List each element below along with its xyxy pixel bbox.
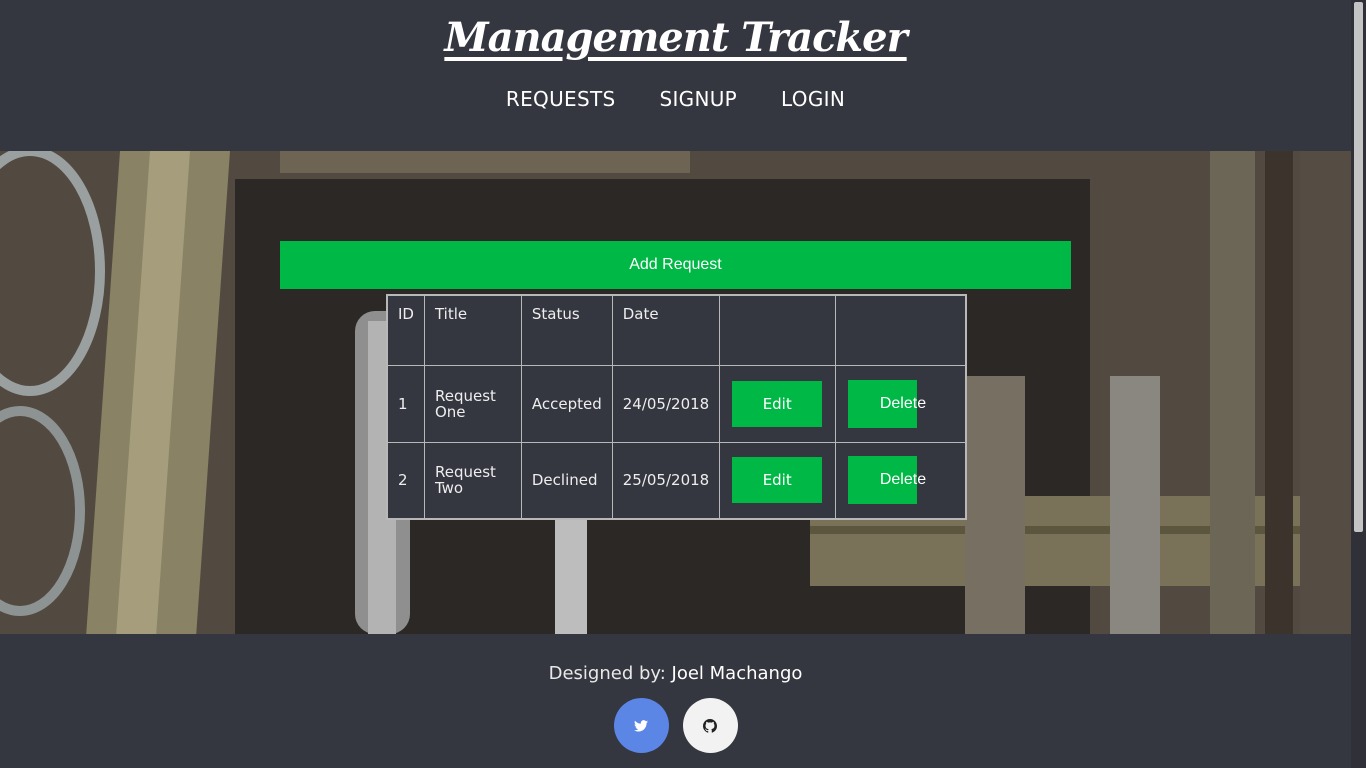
edit-button[interactable]: Edit: [732, 380, 823, 427]
nav-login[interactable]: LOGIN: [781, 87, 845, 111]
github-button[interactable]: [682, 698, 738, 753]
column-header-date: Date: [611, 294, 721, 366]
cell-delete: Delete: [834, 441, 967, 520]
cell-edit: Edit: [719, 364, 836, 443]
edit-button[interactable]: Edit: [732, 457, 823, 504]
cell-id: 1: [386, 364, 425, 443]
cell-delete: Delete: [834, 364, 967, 443]
twitter-icon: [634, 719, 648, 732]
credit-prefix: Designed by:: [548, 663, 666, 684]
cell-date: 24/05/2018: [611, 364, 721, 443]
scrollbar-thumb[interactable]: [1354, 2, 1363, 532]
site-header: Management Tracker REQUESTS SIGNUP LOGIN: [0, 0, 1351, 151]
delete-button[interactable]: Delete: [847, 456, 926, 505]
cell-edit: Edit: [719, 441, 836, 520]
cell-status: Accepted: [520, 364, 613, 443]
page: Management Tracker REQUESTS SIGNUP LOGIN: [0, 0, 1351, 768]
cell-title-line2: Two: [434, 479, 464, 498]
table-row: 2 Request Two Declined 25/05/2018 Edit D…: [386, 441, 967, 520]
nav-requests[interactable]: REQUESTS: [506, 87, 616, 111]
cell-title-line1: Request: [434, 386, 496, 405]
vertical-scrollbar[interactable]: [1351, 0, 1366, 768]
hero-background: Add Request ID Title Status Date 1 Reque…: [0, 151, 1351, 634]
cell-id: 2: [386, 441, 425, 520]
table-header-row: ID Title Status Date: [386, 294, 967, 366]
requests-table: ID Title Status Date 1 Request One Accep…: [386, 294, 967, 520]
cell-title: Request One: [423, 364, 522, 443]
twitter-button[interactable]: [613, 698, 669, 753]
author-name: Joel Machango: [671, 663, 803, 684]
column-header-status: Status: [520, 294, 613, 366]
github-icon: [703, 718, 717, 733]
cell-title-line1: Request: [434, 463, 496, 482]
table-row: 1 Request One Accepted 24/05/2018 Edit D…: [386, 364, 967, 443]
cell-date: 25/05/2018: [611, 441, 721, 520]
add-request-button[interactable]: Add Request: [280, 241, 1071, 289]
cell-status: Declined: [520, 441, 613, 520]
column-header-delete: [834, 294, 967, 366]
column-header-id: ID: [386, 294, 425, 366]
delete-button[interactable]: Delete: [847, 379, 926, 428]
brand-logo-link[interactable]: Management Tracker: [444, 14, 907, 61]
social-links: [0, 698, 1351, 753]
cell-title: Request Two: [423, 441, 522, 520]
column-header-title: Title: [423, 294, 522, 366]
cell-title-line2: One: [434, 402, 466, 421]
nav-signup[interactable]: SIGNUP: [659, 87, 737, 111]
designer-credit: Designed by: Joel Machango: [0, 663, 1351, 684]
site-footer: Designed by: Joel Machango: [0, 634, 1351, 768]
column-header-edit: [719, 294, 836, 366]
main-nav: REQUESTS SIGNUP LOGIN: [0, 87, 1351, 111]
